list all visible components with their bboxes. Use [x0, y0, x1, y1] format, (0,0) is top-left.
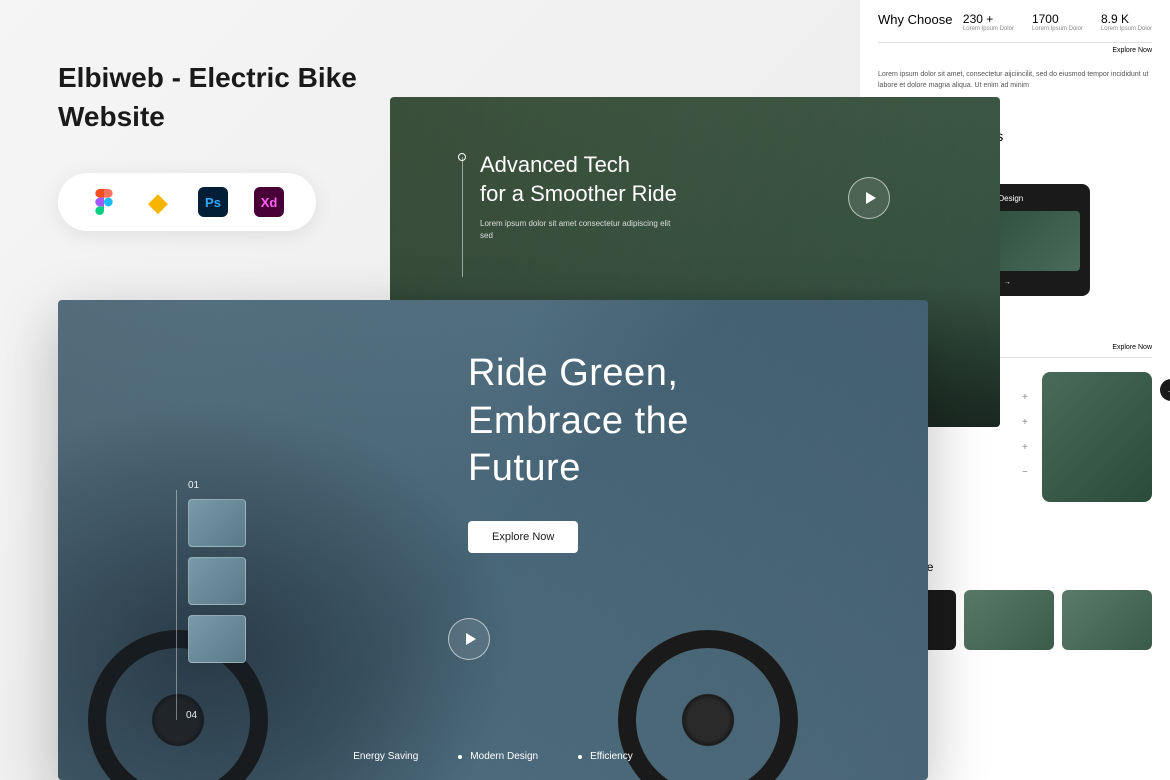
hero-title: Ride Green,Embrace theFuture — [468, 350, 848, 493]
bike-silhouette — [58, 400, 518, 780]
xd-icon: Xd — [254, 187, 284, 217]
tools-badge: ◆ Ps Xd — [58, 173, 316, 231]
feature-item: Energy Saving — [353, 751, 418, 762]
tech-image — [964, 590, 1054, 650]
plus-icon[interactable]: + — [1022, 392, 1028, 403]
description-text: Lorem ipsum dolor sit amet, consectetur … — [878, 70, 1152, 91]
why-choose-title: Why Choose — [878, 12, 952, 32]
mid-subtitle: Lorem ipsum dolor sit amet consectetur a… — [480, 218, 680, 242]
counter-start: 01 — [188, 480, 246, 491]
features-row: Energy Saving Modern Design Efficiency — [58, 751, 928, 762]
mid-title: Advanced Techfor a Smoother Ride — [480, 151, 680, 208]
thumbnail[interactable] — [188, 499, 246, 547]
explore-link[interactable]: Explore Now — [878, 47, 1152, 54]
stats-row: 230 +Lorem Ipsum Dolor 1700Lorem Ipsum D… — [963, 12, 1152, 32]
explore-button[interactable]: Explore Now — [468, 521, 578, 553]
thumbnail[interactable] — [188, 557, 246, 605]
title-text: Elbiweb - Electric BikeWebsite — [58, 58, 357, 136]
thumbs-line — [176, 490, 177, 720]
play-button[interactable] — [848, 177, 890, 219]
feature-item: Modern Design — [458, 751, 538, 762]
feature-item: Efficiency — [578, 751, 633, 762]
timeline-line — [462, 157, 463, 277]
plus-icon[interactable]: + — [1022, 442, 1028, 453]
figma-icon — [90, 188, 118, 216]
product-image: + + + − — [1042, 372, 1152, 502]
hero-content: Ride Green,Embrace theFuture Explore Now — [468, 350, 848, 553]
sketch-icon: ◆ — [144, 188, 172, 216]
product-title: Elbiweb - Electric BikeWebsite — [58, 58, 357, 136]
thumbnail[interactable] — [188, 615, 246, 663]
play-button[interactable] — [448, 618, 490, 660]
stat-item: 230 +Lorem Ipsum Dolor — [963, 12, 1014, 32]
tech-image — [1062, 590, 1152, 650]
mid-content: Advanced Techfor a Smoother Ride Lorem i… — [480, 151, 680, 242]
minus-icon[interactable]: − — [1022, 467, 1028, 478]
why-choose-section: Why Choose 230 +Lorem Ipsum Dolor 1700Lo… — [878, 12, 1152, 43]
thumbnails-column: 01 — [188, 480, 246, 673]
counter-end: 04 — [186, 710, 197, 721]
preview-hero-screen: Ride Green,Embrace theFuture Explore Now… — [58, 300, 928, 780]
photoshop-icon: Ps — [198, 187, 228, 217]
expand-controls: + + + − — [1022, 392, 1028, 478]
arrow-right-icon: → — [1004, 279, 1011, 286]
stat-item: 1700Lorem Ipsum Dolor — [1032, 12, 1083, 32]
arrow-right-button[interactable]: → — [1160, 379, 1170, 401]
stat-item: 8.9 KLorem Ipsum Dolor — [1101, 12, 1152, 32]
plus-icon[interactable]: + — [1022, 417, 1028, 428]
